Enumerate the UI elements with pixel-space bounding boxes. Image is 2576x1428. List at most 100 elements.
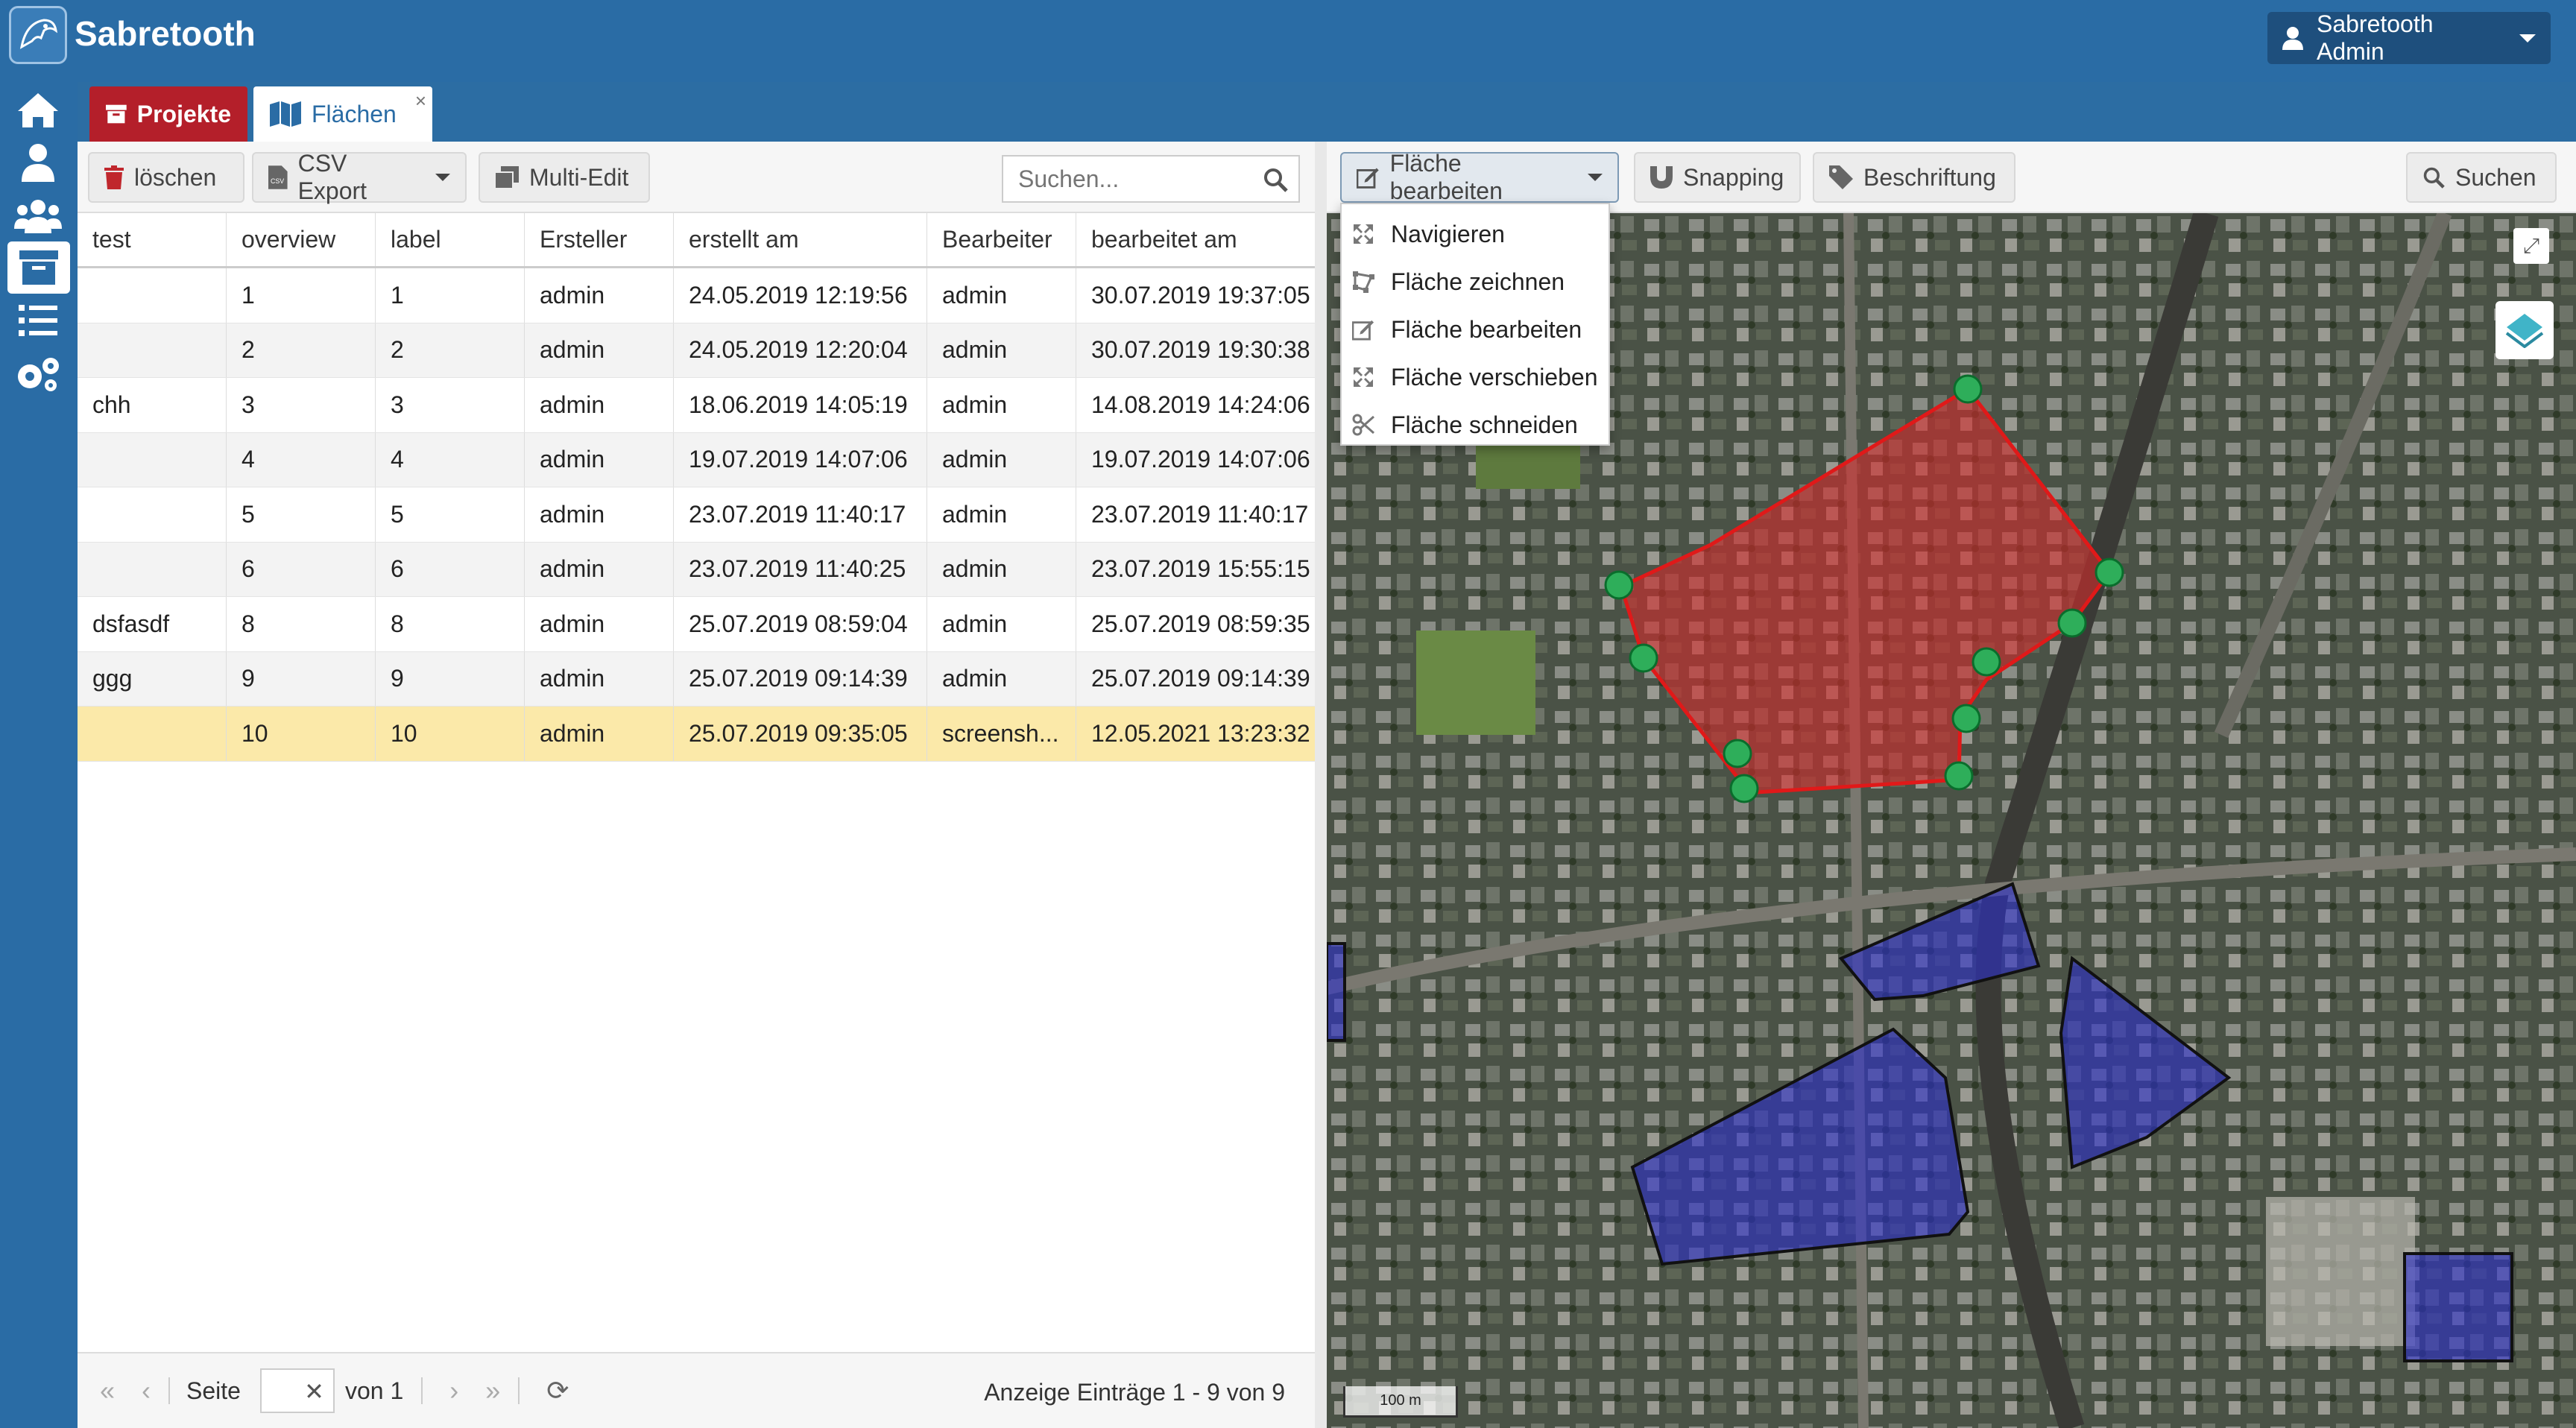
tab-label: Flächen [312,100,397,127]
tab-label: Projekte [136,100,231,127]
grid-search-input[interactable] [1018,165,1257,193]
map-search-button[interactable]: Suchen [2406,152,2557,203]
table-cell: admin [525,487,674,542]
refresh-icon[interactable]: ⟳ [546,1375,569,1406]
column-header[interactable]: overview [227,213,376,266]
table-row[interactable]: 10 10 admin 25.07.2019 09:35:05 screensh... 1… [78,707,1315,762]
scissors-icon [1352,414,1374,436]
label-button[interactable]: Beschriftung [1813,152,2015,203]
table-cell [78,707,227,761]
table-cell: ggg [78,651,227,706]
archive-icon [19,250,58,285]
next-page-icon[interactable]: › [449,1375,458,1406]
app-title: Sabretooth [75,14,256,53]
table-cell: 24.05.2019 12:20:04 [674,323,927,377]
table-row[interactable]: ggg 9 9 admin 25.07.2019 09:14:39 admin 25.07.… [78,651,1315,707]
table-cell: 19.07.2019 14:07:06 [674,432,927,487]
search-icon[interactable] [1263,167,1288,192]
tab-flaechen[interactable]: Flächen × [253,86,432,142]
sidebar-item-projects[interactable] [7,241,70,294]
multi-edit-button[interactable]: Multi-Edit [479,152,650,203]
table-cell: admin [927,542,1076,596]
pager-divider [421,1377,423,1404]
table-cell: admin [927,432,1076,487]
table-cell: 30.07.2019 19:37:05 [1091,281,1310,309]
table-cell: admin [525,597,674,651]
column-header[interactable]: Bearbeiter [927,213,1076,266]
draw-polygon-icon [1353,271,1374,293]
table-cell: admin [525,432,674,487]
table-cell: 6 [227,542,376,596]
edit-icon [1357,168,1379,189]
clone-icon [495,166,519,189]
chevron-down-icon [435,174,450,181]
column-header[interactable]: test [78,213,227,266]
page-number-input[interactable]: ✕ [259,1368,335,1413]
table-cell: 19.07.2019 14:07:06 [1091,446,1310,473]
pager-divider [518,1377,520,1404]
table-cell: admin [525,707,674,761]
menu-item-navigate[interactable]: Navigieren [1342,210,1609,258]
move-icon [1354,367,1373,387]
column-header[interactable]: bearbeitet am [1076,213,1315,266]
fullscreen-button[interactable]: ⤢ [2513,228,2549,264]
last-page-icon[interactable]: » [485,1375,500,1406]
table-cell: 18.06.2019 14:05:19 [674,378,927,432]
panel-splitter[interactable] [1315,142,1327,1428]
file-csv-icon: CSV [268,165,288,189]
sidebar-item-home[interactable] [13,88,63,133]
column-header[interactable]: label [376,213,525,266]
csv-export-button[interactable]: CSV CSV Export [252,150,467,204]
table-cell: admin [927,487,1076,542]
sidebar-item-list[interactable] [13,298,63,343]
menu-item-move-area[interactable]: Fläche verschieben [1342,353,1609,401]
user-menu-button[interactable]: Sabretooth Admin [2267,10,2551,65]
user-icon [2282,27,2303,50]
table-cell: 24.05.2019 12:19:56 [674,268,927,323]
table-cell: admin [525,323,674,377]
first-page-icon[interactable]: « [100,1375,115,1406]
clear-icon[interactable]: ✕ [304,1377,324,1406]
table-cell: 10 [376,707,525,761]
arrows-icon [1354,224,1373,244]
table-cell: admin [525,268,674,323]
grid-toolbar: löschen CSV CSV Export Multi-Edit [78,142,1315,213]
user-name: Sabretooth Admin [2316,10,2434,65]
layer-switcher-button[interactable] [2496,301,2554,359]
tab-projekte[interactable]: Projekte [89,86,247,142]
menu-item-edit-area[interactable]: Fläche bearbeiten [1342,306,1609,353]
sidebar-item-user[interactable] [13,140,63,185]
column-header[interactable]: Ersteller [525,213,674,266]
grid-search-field[interactable] [1002,155,1300,203]
table-row[interactable]: 1 1 admin 24.05.2019 12:19:56 admin 30.07.201… [78,268,1315,323]
sidebar-item-users[interactable] [13,194,63,238]
menu-item-draw-area[interactable]: Fläche zeichnen [1342,258,1609,306]
app-logo [9,6,67,64]
table-row[interactable]: 6 6 admin 23.07.2019 11:40:25 admin 23.07.201… [78,542,1315,597]
table-row[interactable]: chh 3 3 admin 18.06.2019 14:05:19 admin 14.08.… [78,378,1315,433]
table-cell: dsfasdf [78,597,227,651]
menu-item-cut-area[interactable]: Fläche schneiden [1342,401,1609,449]
table-row[interactable]: dsfasdf 8 8 admin 25.07.2019 08:59:04 admin 25… [78,597,1315,652]
delete-button[interactable]: löschen [88,152,244,203]
table-cell: 25.07.2019 09:14:39 [674,651,927,706]
table-row[interactable]: 2 2 admin 24.05.2019 12:20:04 admin 30.07.201… [78,323,1315,378]
sidebar-item-settings[interactable] [13,352,63,397]
svg-text:CSV: CSV [271,177,284,185]
close-icon[interactable]: × [415,89,426,113]
users-icon [14,200,62,233]
column-header[interactable]: erstellt am [674,213,927,266]
table-cell: 14.08.2019 14:24:06 [1091,391,1310,418]
table-row[interactable]: 5 5 admin 23.07.2019 11:40:17 admin 23.07.201… [78,487,1315,543]
areas-grid-panel: löschen CSV CSV Export Multi-Edit test o… [78,142,1315,1428]
table-row[interactable]: 4 4 admin 19.07.2019 14:07:06 admin 19.07.201… [78,432,1315,487]
table-cell: 1 [227,268,376,323]
table-cell: 2 [227,323,376,377]
pager-info: Anzeige Einträge 1 - 9 von 9 [984,1379,1285,1406]
table-cell: chh [78,378,227,432]
previous-page-icon[interactable]: ‹ [142,1375,151,1406]
grid-pager: « ‹ Seite ✕ von 1 › » ⟳ Anzeige Einträge… [78,1352,1315,1428]
area-edit-mode-button[interactable]: Fläche bearbeiten [1340,150,1619,204]
table-cell: 5 [376,487,525,542]
snapping-button[interactable]: Snapping [1634,152,1801,203]
